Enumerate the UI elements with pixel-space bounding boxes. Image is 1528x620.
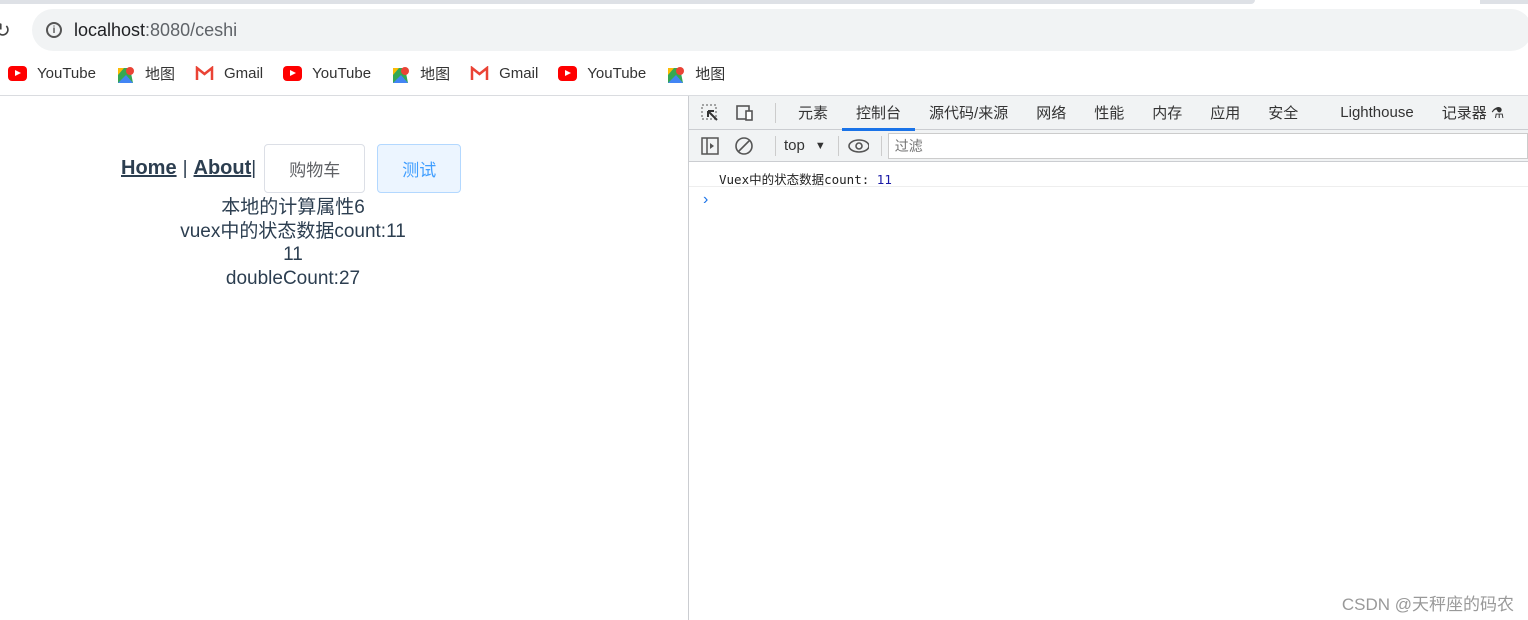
devtools-tabs: 元素 控制台 源代码/来源 网络 性能 内存 应用 安全 Lighthouse 记录器 ⚗ xyxy=(689,96,1528,131)
about-link[interactable]: About xyxy=(194,157,252,180)
nav: Home | About | 购物车 测试 xyxy=(121,144,462,193)
devtools-tab[interactable]: 应用 xyxy=(1196,96,1254,130)
bookmark-item[interactable]: YouTube xyxy=(8,65,96,82)
bookmark-label: 地图 xyxy=(144,65,175,83)
maps-icon xyxy=(116,66,135,83)
bookmark-item[interactable]: YouTube xyxy=(283,65,371,82)
gmail-icon xyxy=(470,64,489,81)
inspect-element-icon[interactable] xyxy=(699,103,721,123)
devtools-tab[interactable]: 记录器 xyxy=(1428,96,1501,130)
tab-strip xyxy=(0,0,1528,6)
cart-button[interactable]: 购物车 xyxy=(264,144,366,193)
youtube-icon xyxy=(558,65,578,81)
bookmark-item[interactable]: 地图 xyxy=(116,63,175,84)
bookmark-label: YouTube xyxy=(37,64,96,82)
console-log-entry: Vuex中的状态数据count: 11 xyxy=(689,162,1528,187)
device-toolbar-icon[interactable] xyxy=(733,103,755,123)
separator xyxy=(837,135,839,156)
filter-input[interactable] xyxy=(887,132,1528,159)
nav-separator: | xyxy=(251,157,257,179)
console-toolbar: top ▼ xyxy=(689,130,1528,162)
devtools-tab[interactable]: 安全 xyxy=(1254,96,1312,130)
watermark: CSDN @天秤座的码农 xyxy=(1341,595,1514,614)
url-host: localhost xyxy=(74,19,146,40)
bookmark-item[interactable]: 地图 xyxy=(391,63,450,84)
separator xyxy=(775,135,776,156)
log-value: 11 xyxy=(876,172,892,187)
bookmark-label: Gmail xyxy=(223,64,264,82)
devtools-tab[interactable]: 源代码/来源 xyxy=(915,96,1022,130)
content-lines: 本地的计算属性6 vuex中的状态数据count:11 11 doubleCou… xyxy=(0,196,586,290)
console-prompt-icon[interactable]: › xyxy=(689,187,1528,209)
youtube-icon xyxy=(283,65,303,81)
devtools-tab[interactable]: 网络 xyxy=(1022,96,1080,130)
bookmark-label: Gmail xyxy=(499,64,539,82)
local-computed-text: 本地的计算属性6 xyxy=(221,197,365,218)
test-button[interactable]: 测试 xyxy=(377,144,462,193)
sidebar-toggle-icon[interactable] xyxy=(699,136,721,156)
bookmark-item[interactable]: Gmail xyxy=(195,65,263,82)
bookmark-label: 地图 xyxy=(695,65,726,83)
gmail-icon xyxy=(195,64,214,81)
context-select[interactable]: top ▼ xyxy=(784,137,826,154)
reload-icon[interactable]: ↻ xyxy=(0,18,11,43)
bookmark-label: YouTube xyxy=(312,64,372,82)
count-value-text: 11 xyxy=(283,244,303,265)
separator xyxy=(775,102,776,123)
bookmark-item[interactable]: 地图 xyxy=(666,63,725,84)
separator xyxy=(880,135,882,156)
clear-console-icon[interactable] xyxy=(733,136,755,156)
address-bar[interactable]: i localhost:8080/ceshi xyxy=(32,9,1528,51)
vuex-count-text: vuex中的状态数据count:11 xyxy=(180,220,406,242)
log-text: Vuex中的状态数据count: xyxy=(719,172,870,187)
bookmark-label: 地图 xyxy=(420,65,451,83)
devtools-tab[interactable]: Lighthouse xyxy=(1326,96,1427,130)
bookmarks-bar: YouTube 地图 Gmail YouTube 地图 Gmail YouTube 地图 xyxy=(0,58,745,88)
devtools-tab[interactable]: 性能 xyxy=(1080,96,1138,130)
home-link[interactable]: Home xyxy=(121,157,177,180)
devtools-tab[interactable]: 内存 xyxy=(1138,96,1196,130)
info-icon[interactable]: i xyxy=(46,22,62,38)
dropdown-arrow-icon: ▼ xyxy=(814,139,826,152)
maps-icon xyxy=(666,66,685,83)
devtools-tab[interactable]: 控制台 xyxy=(842,96,916,131)
page-content: Home | About | 购物车 测试 本地的计算属性6 vuex中的状态数… xyxy=(0,96,688,620)
maps-icon xyxy=(391,66,410,83)
context-label: top xyxy=(784,137,805,154)
url-path: :8080/ceshi xyxy=(145,19,238,40)
devtools-panel: 元素 控制台 源代码/来源 网络 性能 内存 应用 安全 Lighthouse 记录器 ⚗ top ▼… xyxy=(688,96,1528,620)
devtools-tab[interactable]: 元素 xyxy=(784,96,842,130)
bookmark-item[interactable]: YouTube xyxy=(558,65,646,82)
eye-icon[interactable] xyxy=(847,136,869,156)
youtube-icon xyxy=(8,65,27,81)
bookmark-item[interactable]: Gmail xyxy=(470,65,538,82)
bookmark-label: YouTube xyxy=(587,64,647,82)
url-text: localhost:8080/ceshi xyxy=(74,20,237,41)
nav-separator: | xyxy=(182,157,188,179)
double-count-text: doubleCount:27 xyxy=(225,267,361,289)
